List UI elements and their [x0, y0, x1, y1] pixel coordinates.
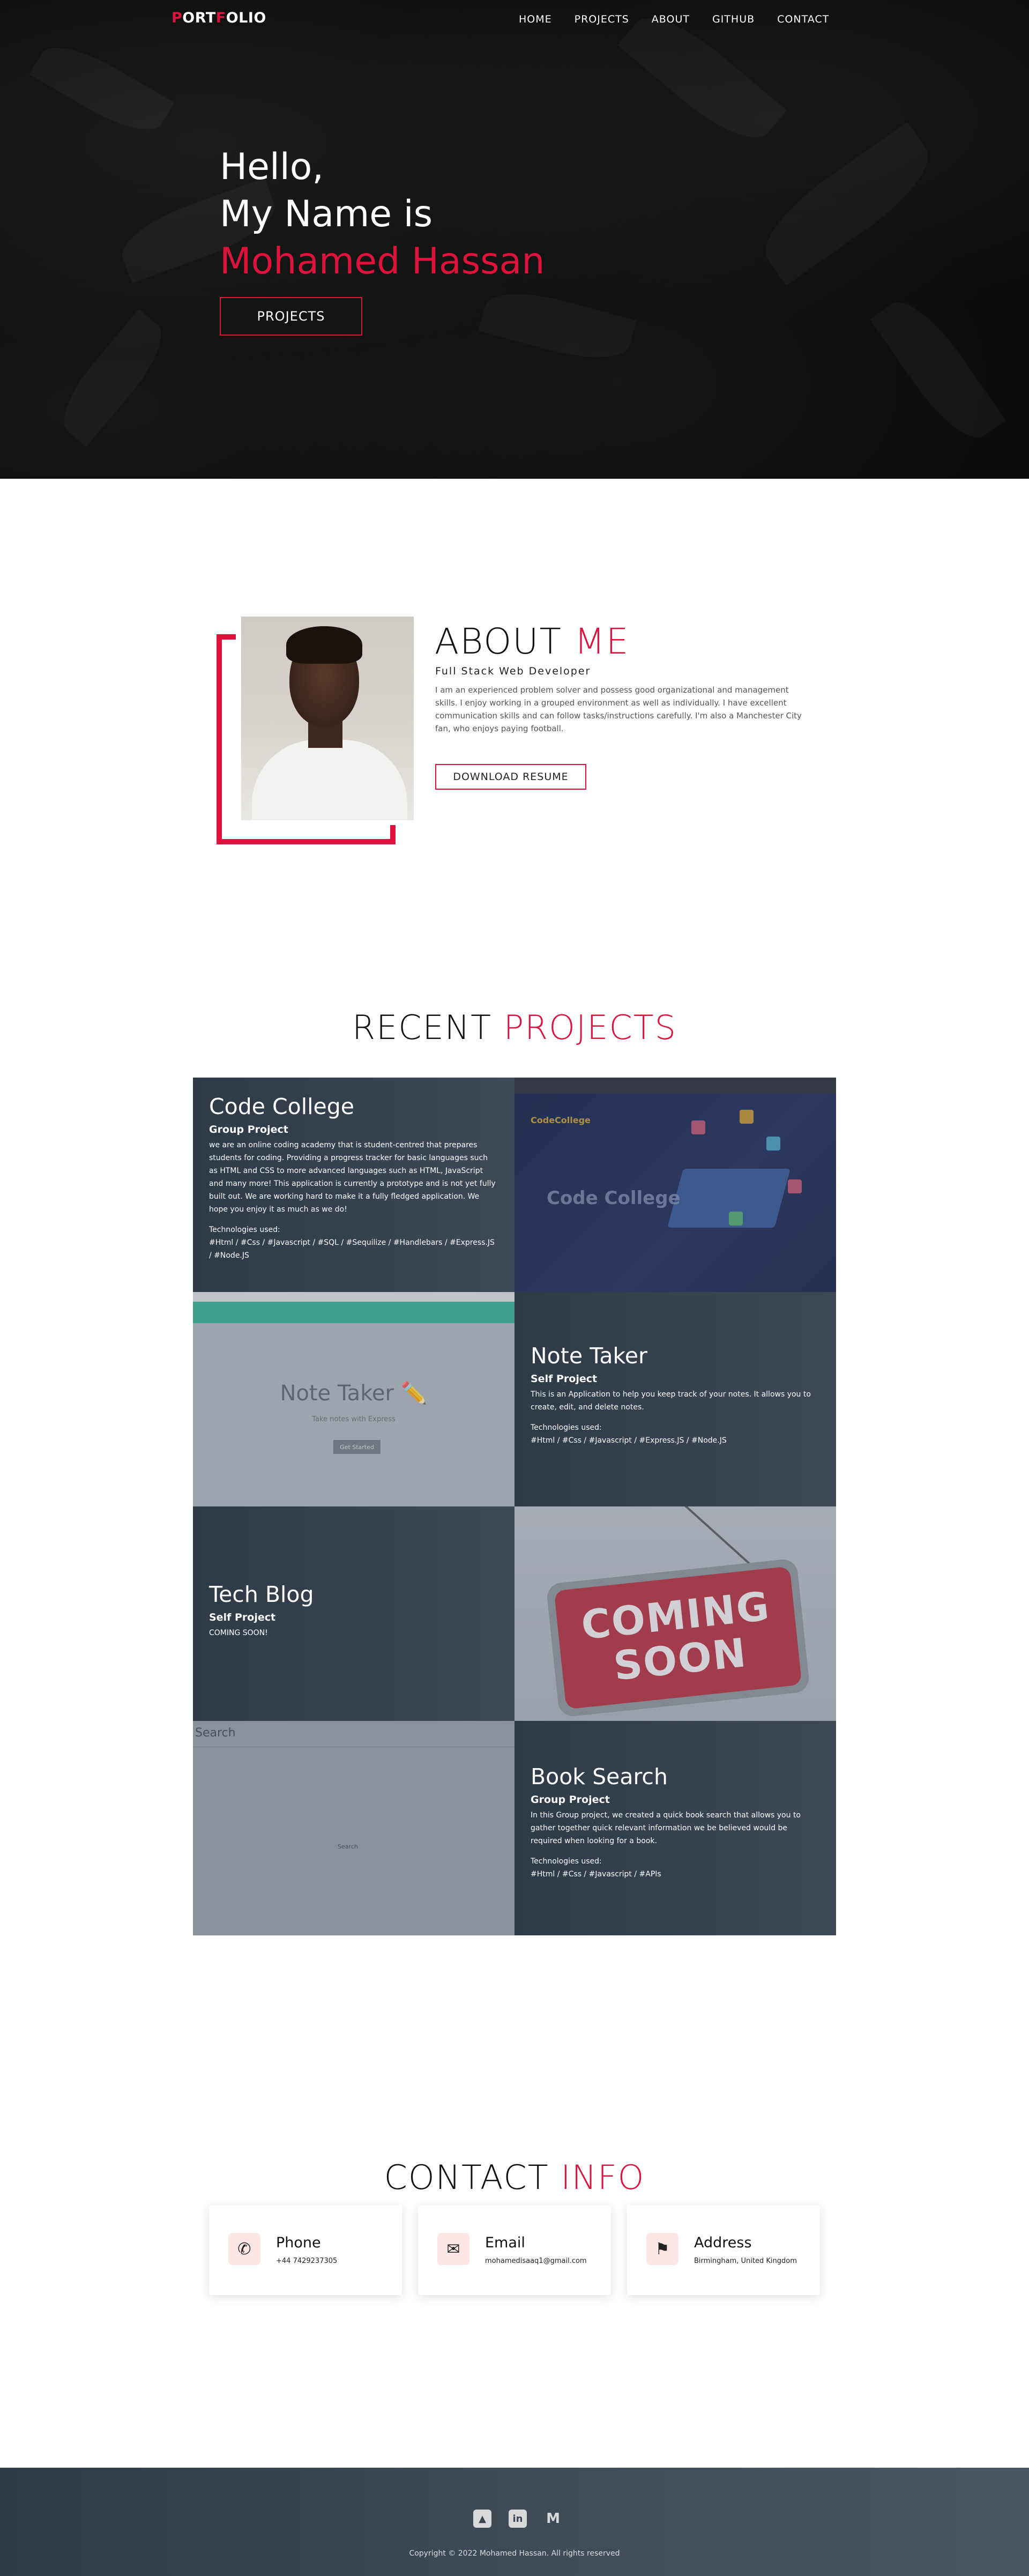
- email-icon: ✉: [437, 2233, 469, 2265]
- hero-intro: My Name is: [220, 193, 433, 235]
- hero-name: Mohamed Hassan: [220, 240, 545, 283]
- project-type: Group Project: [531, 1794, 610, 1806]
- project-description: This is an Application to help you keep …: [531, 1390, 811, 1412]
- hero-section: PORTFOLIO HOME PROJECTS ABOUT GITHUB CON…: [0, 0, 1029, 479]
- navbar: PORTFOLIO HOME PROJECTS ABOUT GITHUB CON…: [0, 0, 1029, 38]
- project-title: Tech Blog: [209, 1582, 314, 1607]
- tech-list: #Html / #Css / #Javascript / #APIs: [531, 1870, 661, 1879]
- project-type: Self Project: [531, 1373, 598, 1385]
- project-description: In this Group project, we created a quic…: [531, 1811, 801, 1845]
- linkedin-icon[interactable]: in: [507, 2508, 528, 2529]
- contact-card-value: mohamedisaaq1@gmail.com: [485, 2257, 587, 2265]
- nav-links: HOME PROJECTS ABOUT GITHUB CONTACT: [519, 13, 829, 25]
- about-subtitle: Full Stack Web Developer: [435, 665, 591, 677]
- site-logo[interactable]: PORTFOLIO: [172, 10, 266, 26]
- contact-card-value: Birmingham, United Kingdom: [694, 2257, 797, 2265]
- project-card-tech-blog[interactable]: Tech Blog Self Project COMING SOON!: [193, 1506, 514, 1721]
- phone-icon: ✆: [228, 2233, 260, 2265]
- contact-title: CONTACT INFO: [384, 2158, 645, 2197]
- nav-link-contact[interactable]: CONTACT: [777, 13, 829, 25]
- screenshot-label: Search: [195, 1726, 236, 1740]
- project-title: Note Taker: [531, 1343, 647, 1369]
- project-description: we are an online coding academy that is …: [209, 1141, 496, 1214]
- tech-list: #Html / #Css / #Javascript / #Express.JS…: [531, 1436, 727, 1445]
- tech-label: Technologies used:: [531, 1423, 602, 1432]
- project-card-code-college[interactable]: Code College Group Project we are an onl…: [193, 1078, 514, 1292]
- map-pin-icon: ⚑: [646, 2233, 678, 2265]
- code-college-screenshot[interactable]: CodeCollege Code College: [514, 1078, 836, 1292]
- project-description: COMING SOON!: [209, 1629, 268, 1637]
- nav-link-about[interactable]: ABOUT: [652, 13, 690, 25]
- contact-card-title: Phone: [276, 2234, 321, 2251]
- tech-label: Technologies used:: [531, 1857, 602, 1866]
- coming-soon-image[interactable]: COMING SOON: [514, 1506, 836, 1721]
- projects-button[interactable]: PROJECTS: [220, 297, 362, 336]
- contact-card-email[interactable]: ✉ Email mohamedisaaq1@gmail.com: [418, 2205, 611, 2295]
- screenshot-button: Search: [338, 1843, 358, 1850]
- copyright-text: Copyright © 2022 Mohamed Hassan. All rig…: [409, 2549, 620, 2558]
- contact-card-value: +44 7429237305: [276, 2257, 338, 2265]
- project-card-book-search[interactable]: Book Search Group Project In this Group …: [514, 1721, 836, 1935]
- gmail-icon[interactable]: M: [542, 2508, 564, 2529]
- book-search-screenshot[interactable]: Search Search: [193, 1721, 514, 1935]
- about-title: ABOUT ME: [435, 621, 630, 662]
- hero-greeting: Hello,: [220, 146, 324, 188]
- download-resume-button[interactable]: DOWNLOAD RESUME: [435, 764, 586, 790]
- footer: ▲ in M Copyright © 2022 Mohamed Hassan. …: [0, 2468, 1029, 2576]
- contact-card-title: Email: [485, 2234, 525, 2251]
- github-icon[interactable]: ▲: [472, 2508, 493, 2529]
- note-taker-screenshot[interactable]: Note Taker ✏️ Take notes with Express Ge…: [193, 1292, 514, 1506]
- about-description: I am an experienced problem solver and p…: [435, 685, 802, 733]
- nav-link-projects[interactable]: PROJECTS: [575, 13, 629, 25]
- contact-card-address[interactable]: ⚑ Address Birmingham, United Kingdom: [627, 2205, 820, 2295]
- project-card-note-taker[interactable]: Note Taker Self Project This is an Appli…: [514, 1292, 836, 1506]
- tech-label: Technologies used:: [209, 1226, 280, 1234]
- project-type: Group Project: [209, 1124, 288, 1135]
- hero-heading: Hello, My Name is Mohamed Hassan: [220, 144, 545, 285]
- nav-link-github[interactable]: GITHUB: [712, 13, 755, 25]
- contact-card-phone[interactable]: ✆ Phone +44 7429237305: [209, 2205, 402, 2295]
- projects-title: RECENT PROJECTS: [352, 1008, 677, 1047]
- profile-photo: [241, 617, 414, 820]
- project-title: Book Search: [531, 1764, 668, 1790]
- contact-card-title: Address: [694, 2234, 752, 2251]
- nav-link-home[interactable]: HOME: [519, 13, 552, 25]
- tech-list: #Html / #Css / #Javascript / #SQL / #Seq…: [209, 1238, 495, 1260]
- project-type: Self Project: [209, 1612, 276, 1623]
- projects-grid: Code College Group Project we are an onl…: [193, 1078, 836, 1935]
- project-title: Code College: [209, 1094, 354, 1119]
- social-links: ▲ in M: [472, 2508, 564, 2529]
